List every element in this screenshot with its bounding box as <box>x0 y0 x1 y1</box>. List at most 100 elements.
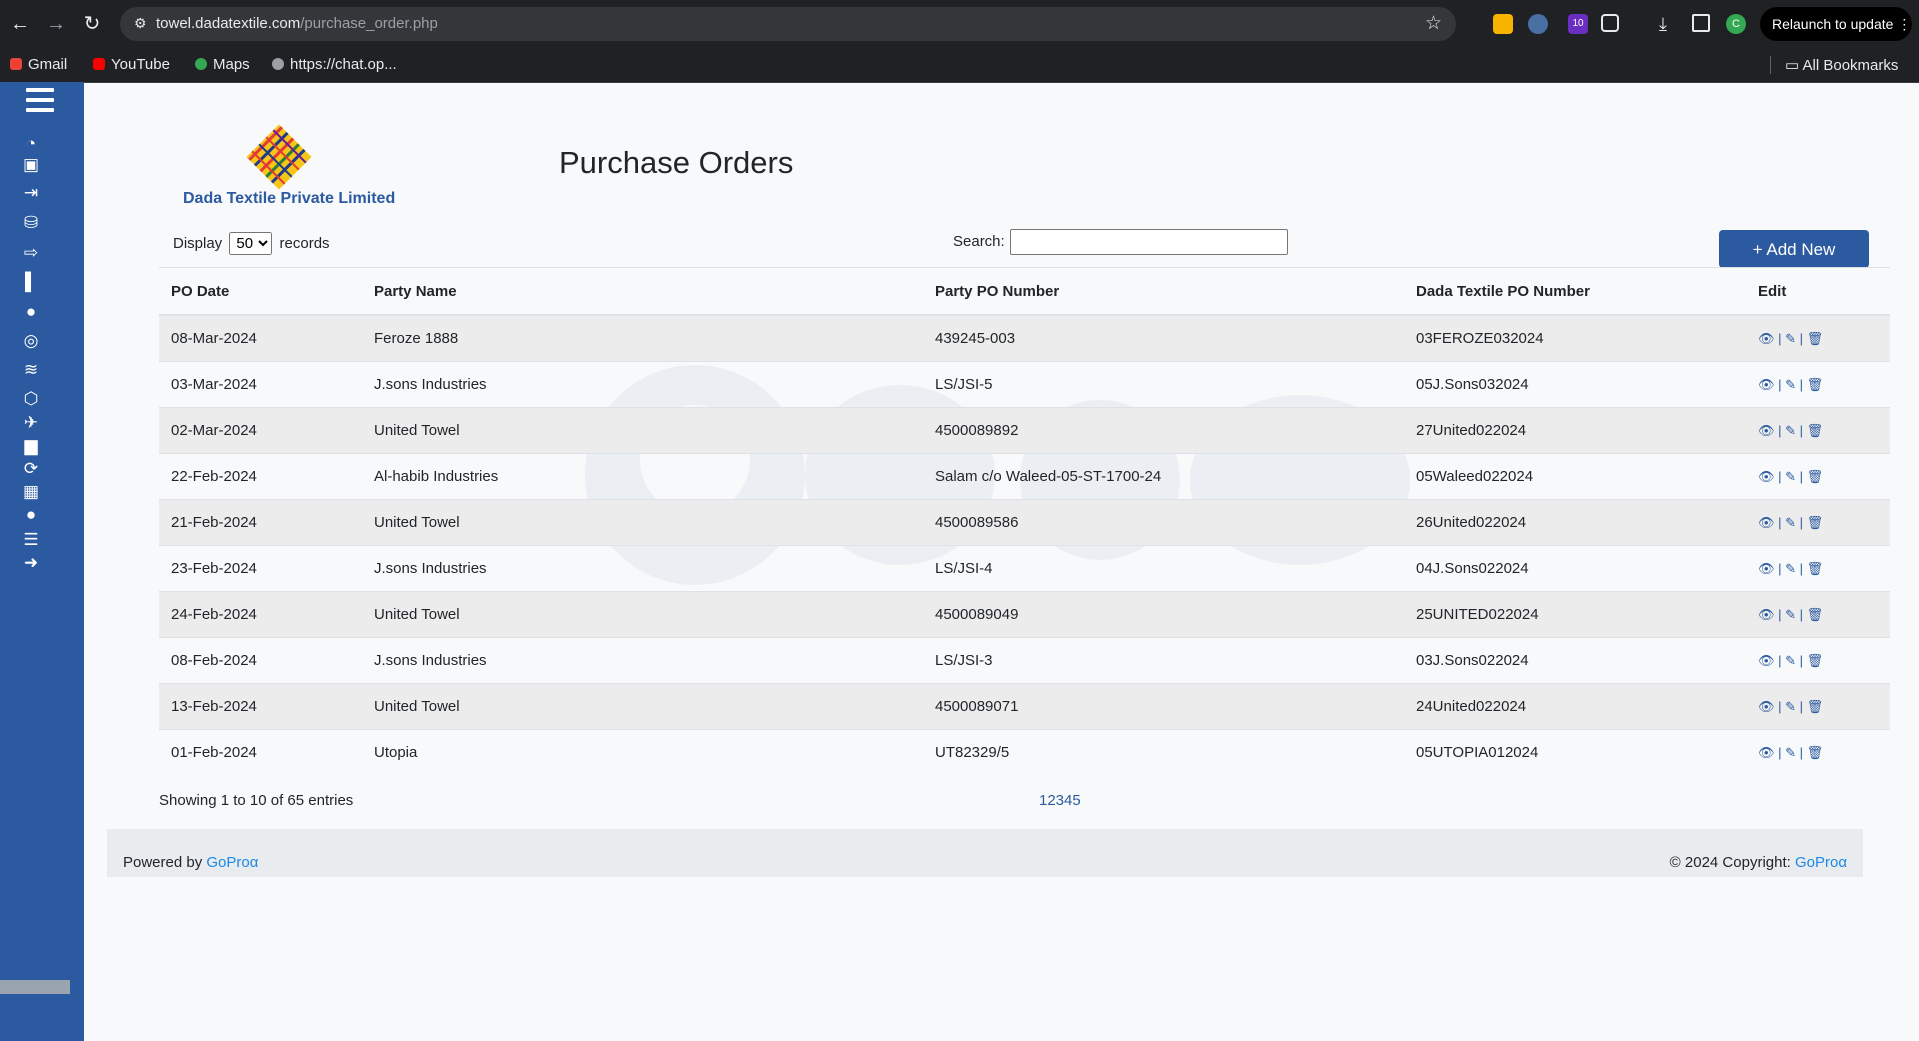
sidebar-scrollbar[interactable] <box>0 980 70 994</box>
column-header[interactable]: Party PO Number <box>923 267 1404 316</box>
table-cell: 04J.Sons022024 <box>1404 545 1746 592</box>
comments-icon[interactable]: ● <box>20 302 42 322</box>
view-eye-icon[interactable]: 👁 <box>1758 653 1775 669</box>
delete-trash-icon[interactable]: 🗑 <box>1807 423 1824 439</box>
view-eye-icon[interactable]: 👁 <box>1758 423 1775 439</box>
download-icon[interactable]: ⤓ <box>1651 12 1675 36</box>
plane-icon[interactable]: ✈ <box>20 413 42 433</box>
edit-icon[interactable]: ✎ <box>1785 653 1796 669</box>
table-row: 13-Feb-2024 United Towel 4500089071 24Unite… <box>159 683 1890 730</box>
bookmark-maps[interactable]: Maps <box>195 56 250 73</box>
sign-out-icon[interactable]: ⇨ <box>20 243 42 263</box>
table-cell: J.sons Industries <box>362 545 923 592</box>
footer-brand-link[interactable]: GoProα <box>206 854 258 871</box>
page-title: Purchase Orders <box>559 145 794 180</box>
search-input[interactable] <box>1010 229 1288 255</box>
extension-icon[interactable] <box>1528 14 1548 34</box>
delete-trash-icon[interactable]: 🗑 <box>1807 561 1824 577</box>
bookmark-gmail[interactable]: Gmail <box>10 56 67 73</box>
delete-trash-icon[interactable]: 🗑 <box>1807 515 1824 531</box>
user-icon[interactable]: ● <box>20 505 42 525</box>
gmail-icon <box>10 58 22 70</box>
extensions-puzzle-icon[interactable] <box>1601 14 1619 32</box>
table-cell: 03FEROZE032024 <box>1404 314 1746 362</box>
building-icon[interactable]: ▦ <box>20 482 42 502</box>
browser-toolbar: ← → ↻ ⚙ towel.dadatextile.com/purchase_o… <box>0 0 1919 48</box>
dashboard-icon[interactable]: ◔ <box>20 134 42 154</box>
column-header[interactable]: Party Name <box>362 267 923 316</box>
extension-icon[interactable] <box>1493 14 1513 34</box>
view-eye-icon[interactable]: 👁 <box>1758 331 1775 347</box>
money-icon[interactable]: ▣ <box>20 155 42 175</box>
relaunch-label: Relaunch to update <box>1772 16 1894 32</box>
bookmark-label: Maps <box>213 56 250 73</box>
edit-icon[interactable]: ✎ <box>1785 469 1796 485</box>
add-new-button[interactable]: + Add New <box>1719 230 1869 268</box>
bookmark-youtube[interactable]: YouTube <box>93 56 170 73</box>
table-cell: 4500089892 <box>923 407 1404 454</box>
table-row: 22-Feb-2024 Al-habib Industries Salam c/o … <box>159 453 1890 500</box>
pagination-links[interactable]: 12345 <box>1039 792 1081 809</box>
view-eye-icon[interactable]: 👁 <box>1758 515 1775 531</box>
edit-icon[interactable]: ✎ <box>1785 377 1796 393</box>
records-per-page-select[interactable]: 50 <box>229 232 273 255</box>
edit-icon[interactable]: ✎ <box>1785 331 1796 347</box>
relaunch-button[interactable]: Relaunch to update ⋮ <box>1760 7 1912 41</box>
view-eye-icon[interactable]: 👁 <box>1758 377 1775 393</box>
view-eye-icon[interactable]: 👁 <box>1758 469 1775 485</box>
delete-trash-icon[interactable]: 🗑 <box>1807 469 1824 485</box>
compass-icon[interactable]: ◎ <box>20 331 42 351</box>
side-panel-icon[interactable] <box>1692 14 1710 32</box>
row-actions: 👁 | ✎ | 🗑 <box>1746 545 1890 592</box>
copyright: © 2024 Copyright: GoProα <box>1670 854 1847 871</box>
copyright-brand-link[interactable]: GoProα <box>1795 854 1847 871</box>
forward-icon[interactable]: → <box>44 12 68 36</box>
bookmark-chat[interactable]: https://chat.op... <box>272 56 397 73</box>
delete-trash-icon[interactable]: 🗑 <box>1807 377 1824 393</box>
trash-icon[interactable]: ▆ <box>20 436 42 456</box>
column-header[interactable]: Dada Textile PO Number <box>1404 267 1746 316</box>
edit-icon[interactable]: ✎ <box>1785 561 1796 577</box>
extension-badge[interactable]: 10 <box>1568 14 1588 34</box>
book-icon[interactable]: ▌ <box>20 272 42 292</box>
back-icon[interactable]: ← <box>8 12 32 36</box>
view-eye-icon[interactable]: 👁 <box>1758 745 1775 761</box>
stack-icon[interactable]: ≋ <box>20 360 42 380</box>
edit-icon[interactable]: ✎ <box>1785 423 1796 439</box>
logout-icon[interactable]: ➜ <box>20 553 42 573</box>
delete-trash-icon[interactable]: 🗑 <box>1807 331 1824 347</box>
folder-icon: ▭ <box>1785 57 1803 74</box>
column-header: Edit <box>1746 267 1890 316</box>
box-icon[interactable]: ⬡ <box>20 389 42 409</box>
view-eye-icon[interactable]: 👁 <box>1758 561 1775 577</box>
edit-icon[interactable]: ✎ <box>1785 515 1796 531</box>
row-actions: 👁 | ✎ | 🗑 <box>1746 407 1890 454</box>
delete-trash-icon[interactable]: 🗑 <box>1807 653 1824 669</box>
edit-icon[interactable]: ✎ <box>1785 607 1796 623</box>
star-icon[interactable]: ☆ <box>1425 12 1442 35</box>
hamburger-menu-icon[interactable] <box>26 88 54 116</box>
delete-trash-icon[interactable]: 🗑 <box>1807 699 1824 715</box>
list-icon[interactable]: ☰ <box>20 530 42 550</box>
address-bar[interactable]: ⚙ towel.dadatextile.com/purchase_order.p… <box>120 7 1456 41</box>
database-icon[interactable]: ⛁ <box>20 213 42 233</box>
table-header-row: PO Date Party Name Party PO Number Dada … <box>159 267 1890 316</box>
profile-avatar[interactable]: C <box>1726 14 1746 34</box>
delete-trash-icon[interactable]: 🗑 <box>1807 607 1824 623</box>
site-info-icon[interactable]: ⚙ <box>134 15 147 32</box>
table-cell: 4500089586 <box>923 499 1404 546</box>
handshake-icon[interactable]: ⟳ <box>20 459 42 479</box>
edit-icon[interactable]: ✎ <box>1785 699 1796 715</box>
sign-in-icon[interactable]: ⇥ <box>20 183 42 203</box>
column-header[interactable]: PO Date <box>159 267 362 316</box>
view-eye-icon[interactable]: 👁 <box>1758 699 1775 715</box>
table-cell: Feroze 1888 <box>362 314 923 362</box>
table-cell: J.sons Industries <box>362 361 923 408</box>
view-eye-icon[interactable]: 👁 <box>1758 607 1775 623</box>
edit-icon[interactable]: ✎ <box>1785 745 1796 761</box>
row-actions: 👁 | ✎ | 🗑 <box>1746 499 1890 546</box>
reload-icon[interactable]: ↻ <box>80 12 104 36</box>
delete-trash-icon[interactable]: 🗑 <box>1807 745 1824 761</box>
all-bookmarks[interactable]: ▭ All Bookmarks <box>1770 56 1898 74</box>
table-cell: 439245-003 <box>923 314 1404 362</box>
